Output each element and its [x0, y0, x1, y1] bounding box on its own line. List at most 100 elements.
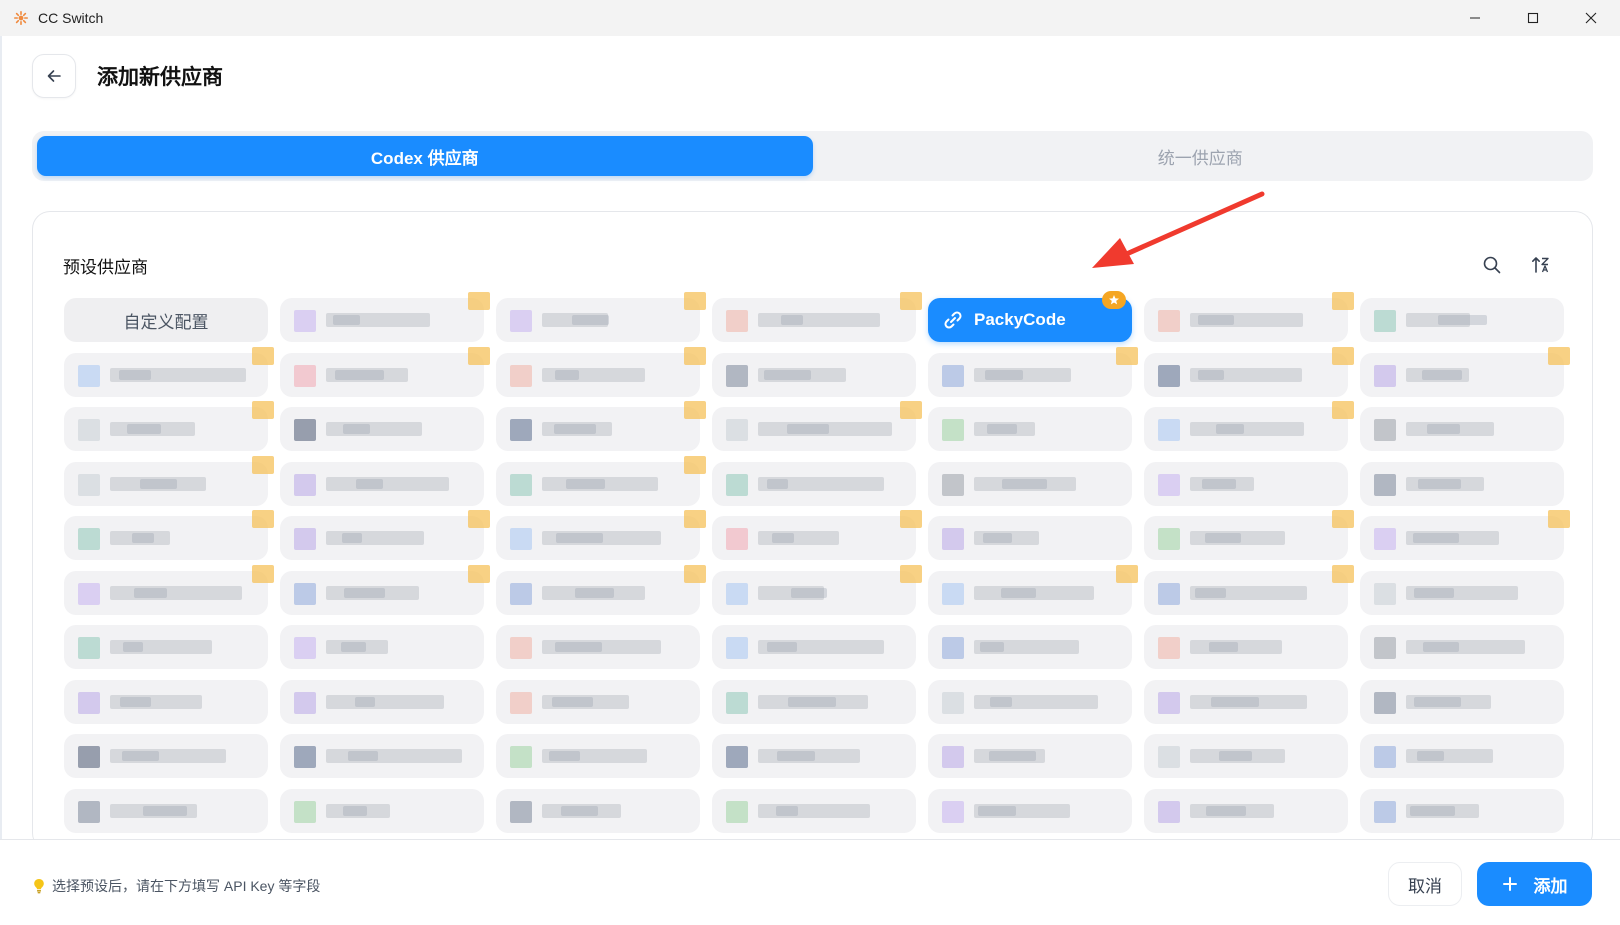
preset-card[interactable]	[64, 734, 268, 778]
sort-icon[interactable]	[1528, 252, 1554, 278]
preset-card[interactable]	[64, 346, 274, 397]
preset-card[interactable]	[928, 788, 1132, 833]
preset-card[interactable]	[280, 734, 484, 778]
preset-name-redacted	[1190, 422, 1304, 436]
preset-card[interactable]	[928, 516, 1132, 560]
preset-card[interactable]	[280, 788, 484, 833]
provider-logo-icon	[1158, 310, 1180, 332]
preset-card[interactable]	[1360, 570, 1564, 615]
preset-card[interactable]	[1144, 292, 1354, 342]
preset-card[interactable]	[712, 401, 922, 451]
preset-card[interactable]	[928, 407, 1132, 451]
tab-unified-provider[interactable]: 统一供应商	[813, 136, 1589, 176]
preset-card[interactable]	[712, 292, 922, 342]
preset-card[interactable]	[1360, 679, 1564, 724]
preset-card[interactable]	[280, 625, 484, 669]
badge-icon	[900, 564, 922, 583]
preset-card[interactable]	[280, 461, 484, 506]
preset-card[interactable]	[712, 510, 922, 560]
preset-card[interactable]	[1144, 734, 1348, 778]
preset-card[interactable]	[1144, 625, 1348, 669]
preset-card[interactable]	[1144, 564, 1354, 615]
preset-name-redacted	[134, 587, 167, 598]
preset-name-redacted	[1205, 533, 1241, 543]
provider-logo-icon	[942, 419, 964, 441]
badge-icon	[684, 401, 706, 419]
provider-logo-icon	[1158, 364, 1180, 387]
minimize-button[interactable]	[1446, 0, 1504, 36]
preset-card[interactable]	[496, 401, 706, 451]
preset-card[interactable]	[928, 734, 1132, 778]
preset-card[interactable]	[712, 679, 916, 724]
preset-card[interactable]	[496, 564, 706, 615]
preset-card[interactable]	[712, 734, 916, 778]
preset-card[interactable]	[280, 564, 490, 615]
badge-icon	[1332, 564, 1354, 583]
preset-card[interactable]	[1360, 625, 1564, 669]
add-button[interactable]: 添加	[1477, 862, 1592, 906]
preset-card[interactable]	[496, 734, 700, 778]
preset-card[interactable]	[280, 346, 490, 397]
preset-custom-config[interactable]: 自定义配置	[64, 298, 268, 342]
preset-card[interactable]	[712, 564, 922, 615]
preset-card[interactable]	[64, 510, 274, 560]
preset-card[interactable]	[1360, 510, 1570, 560]
preset-card[interactable]	[496, 455, 706, 506]
provider-logo-icon	[942, 746, 964, 768]
preset-card[interactable]	[1144, 401, 1354, 451]
preset-card[interactable]	[64, 625, 268, 669]
preset-card[interactable]	[496, 625, 700, 669]
back-button[interactable]	[32, 54, 76, 98]
preset-card[interactable]	[928, 346, 1138, 397]
preset-card[interactable]	[280, 407, 484, 451]
close-button[interactable]	[1562, 0, 1620, 36]
preset-card[interactable]	[1360, 346, 1570, 397]
provider-logo-icon	[78, 364, 100, 387]
preset-card[interactable]	[64, 401, 274, 451]
preset-card[interactable]	[280, 292, 490, 342]
preset-card[interactable]	[1360, 788, 1564, 833]
preset-card[interactable]	[712, 788, 916, 833]
arrow-left-icon	[47, 70, 61, 82]
preset-card[interactable]	[64, 564, 274, 615]
preset-card[interactable]	[1144, 679, 1348, 724]
preset-card[interactable]	[928, 679, 1132, 724]
preset-card[interactable]	[712, 625, 916, 669]
preset-name-redacted	[555, 369, 579, 380]
preset-card[interactable]	[496, 788, 700, 833]
preset-card[interactable]	[712, 352, 916, 397]
preset-card[interactable]	[1360, 298, 1564, 342]
preset-card[interactable]	[496, 679, 700, 724]
preset-card[interactable]	[712, 461, 916, 506]
provider-logo-icon	[726, 419, 748, 441]
preset-card[interactable]	[928, 461, 1132, 506]
preset-card[interactable]	[496, 346, 706, 397]
preset-card[interactable]	[928, 564, 1138, 615]
preset-card[interactable]	[1144, 510, 1354, 560]
preset-card[interactable]	[1360, 461, 1564, 506]
preset-card[interactable]	[64, 679, 268, 724]
preset-card[interactable]	[496, 510, 706, 560]
preset-name-redacted	[326, 422, 422, 436]
lightbulb-icon	[33, 878, 45, 894]
preset-card[interactable]	[928, 625, 1132, 669]
preset-card[interactable]	[496, 292, 706, 342]
tab-codex-provider[interactable]: Codex 供应商	[37, 136, 813, 176]
search-icon[interactable]	[1479, 252, 1505, 278]
preset-name-redacted	[1413, 533, 1459, 543]
preset-card[interactable]	[1144, 461, 1348, 506]
preset-card[interactable]	[1144, 788, 1348, 833]
cancel-button[interactable]: 取消	[1388, 862, 1462, 906]
preset-card[interactable]	[1360, 407, 1564, 451]
preset-card[interactable]	[1144, 346, 1354, 397]
preset-card[interactable]	[280, 679, 484, 724]
badge-icon	[1116, 346, 1138, 365]
preset-name-redacted	[132, 533, 154, 543]
preset-card[interactable]	[64, 788, 268, 833]
preset-name-redacted	[143, 805, 187, 816]
preset-card[interactable]	[280, 510, 490, 560]
maximize-button[interactable]	[1504, 0, 1562, 36]
preset-card[interactable]	[64, 455, 274, 506]
preset-packycode[interactable]: PackyCode	[928, 291, 1132, 342]
preset-card[interactable]	[1360, 734, 1564, 778]
